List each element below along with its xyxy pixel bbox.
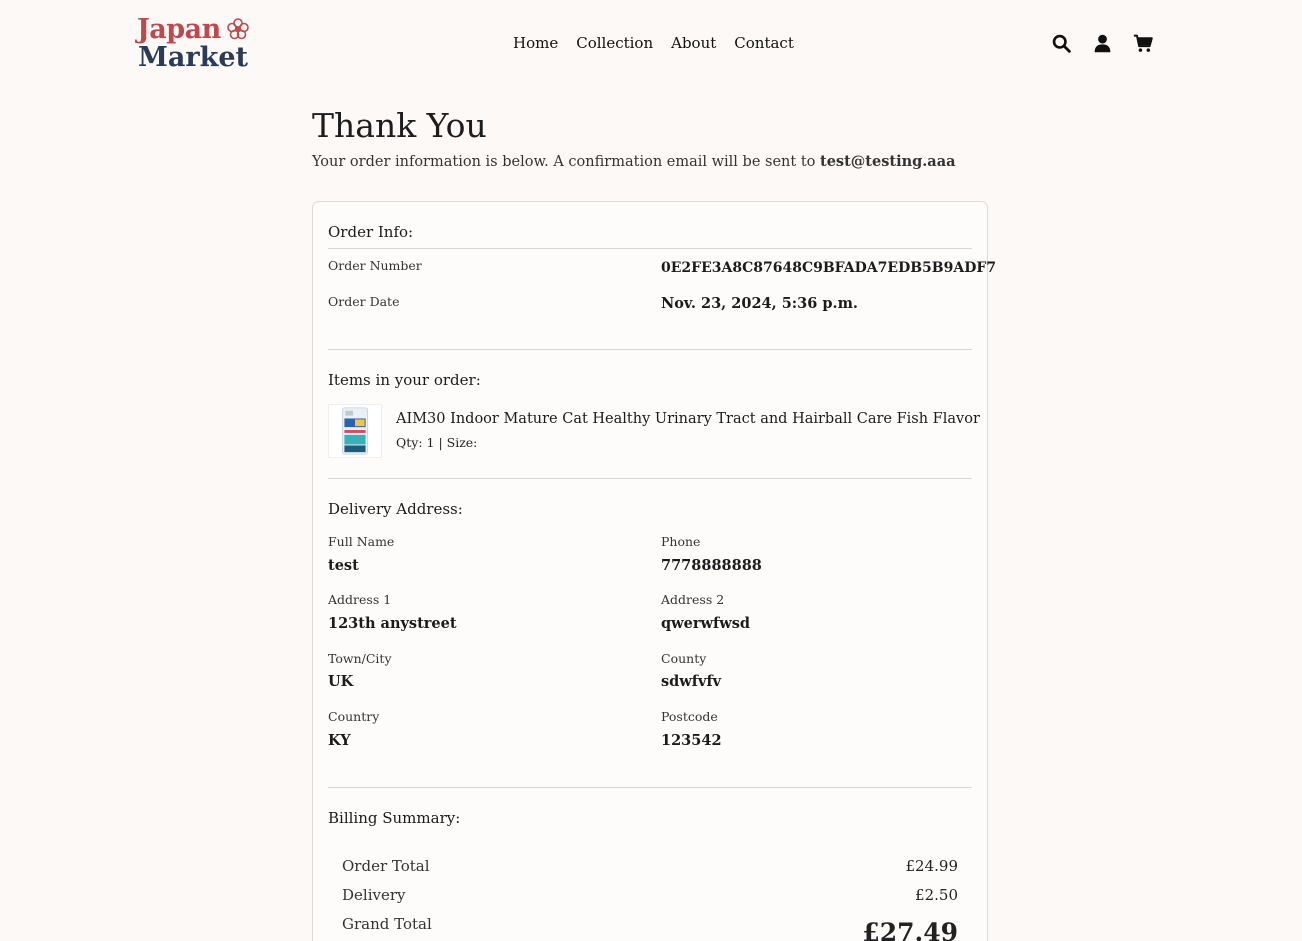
town-label: Town/City bbox=[328, 651, 392, 666]
grand-total-value: £27.49 bbox=[862, 918, 958, 941]
address2-value: qwerwfwsd bbox=[661, 615, 750, 632]
page-subtitle: Your order information is below. A confi… bbox=[312, 152, 956, 172]
confirmation-email: test@testing.aaa bbox=[820, 153, 956, 170]
nav-collection[interactable]: Collection bbox=[576, 33, 653, 53]
order-card: Order Info: Order Number 0E2FE3A8C87648C… bbox=[312, 201, 996, 941]
search-icon[interactable] bbox=[1051, 33, 1072, 54]
site-header: Japan Market Home Collection About Conta… bbox=[0, 0, 1302, 88]
address2-label: Address 2 bbox=[661, 592, 725, 607]
sakura-icon bbox=[227, 18, 249, 40]
items-heading: Items in your order: bbox=[328, 371, 481, 389]
full-name-value: test bbox=[328, 557, 359, 574]
full-name-label: Full Name bbox=[328, 534, 395, 549]
product-image bbox=[329, 405, 381, 457]
grand-total-label: Grand Total bbox=[342, 915, 432, 933]
order-total-label: Order Total bbox=[342, 857, 430, 875]
header-icons bbox=[1051, 33, 1154, 54]
main-nav: Home Collection About Contact bbox=[513, 33, 794, 53]
order-date-label: Order Date bbox=[328, 294, 400, 309]
phone-label: Phone bbox=[661, 534, 701, 549]
county-label: County bbox=[661, 651, 707, 666]
product-thumbnail[interactable] bbox=[328, 404, 382, 458]
product-meta: Qty: 1 | Size: bbox=[396, 435, 478, 450]
divider bbox=[328, 478, 972, 479]
order-date-value: Nov. 23, 2024, 5:36 p.m. bbox=[661, 295, 858, 312]
grand-total-row: Grand Total £27.49 bbox=[342, 913, 958, 941]
product-name[interactable]: AIM30 Indoor Mature Cat Healthy Urinary … bbox=[396, 409, 980, 429]
country-value: KY bbox=[328, 732, 351, 749]
address1-value: 123th anystreet bbox=[328, 615, 457, 632]
nav-contact[interactable]: Contact bbox=[734, 33, 794, 53]
divider bbox=[328, 349, 972, 350]
postcode-value: 123542 bbox=[661, 732, 722, 749]
order-info-heading: Order Info: bbox=[328, 223, 414, 241]
order-number-value: 0E2FE3A8C87648C9BFADA7EDB5B9ADF7 bbox=[661, 260, 997, 276]
delivery-value: £2.50 bbox=[915, 886, 958, 904]
address1-label: Address 1 bbox=[328, 592, 392, 607]
cart-icon[interactable] bbox=[1133, 33, 1154, 54]
order-total-row: Order Total £24.99 bbox=[342, 855, 958, 879]
brand-logo[interactable]: Japan Market bbox=[137, 14, 257, 74]
nav-home[interactable]: Home bbox=[513, 33, 558, 53]
country-label: Country bbox=[328, 709, 380, 724]
delivery-row: Delivery £2.50 bbox=[342, 884, 958, 908]
order-number-label: Order Number bbox=[328, 258, 422, 273]
divider bbox=[328, 787, 972, 788]
order-total-value: £24.99 bbox=[905, 857, 959, 875]
subtitle-text: Your order information is below. A confi… bbox=[312, 154, 820, 170]
billing-heading: Billing Summary: bbox=[328, 809, 461, 827]
logo-text-line2: Market bbox=[138, 42, 248, 73]
county-value: sdwfvfv bbox=[661, 673, 722, 690]
delivery-heading: Delivery Address: bbox=[328, 500, 463, 518]
phone-value: 7778888888 bbox=[661, 557, 762, 574]
page-title: Thank You bbox=[312, 106, 487, 145]
delivery-label: Delivery bbox=[342, 886, 406, 904]
postcode-label: Postcode bbox=[661, 709, 718, 724]
divider bbox=[328, 248, 972, 249]
nav-about[interactable]: About bbox=[671, 33, 716, 53]
town-value: UK bbox=[328, 673, 354, 690]
user-icon[interactable] bbox=[1092, 33, 1113, 54]
